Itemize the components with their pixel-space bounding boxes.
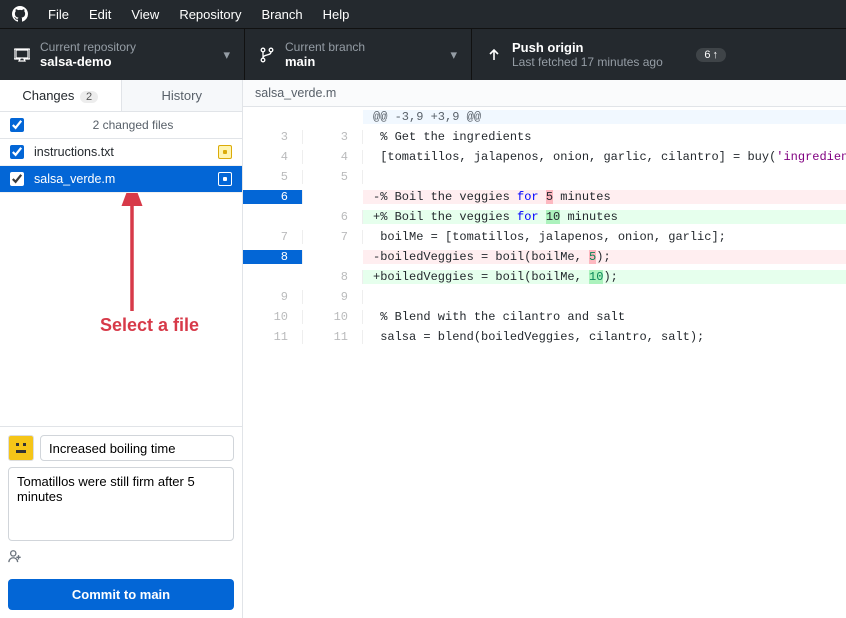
- current-branch-selector[interactable]: Current branch main ▾: [245, 29, 472, 80]
- old-line-number: 3: [243, 130, 303, 144]
- code-content: @@ -3,9 +3,9 @@: [363, 110, 846, 124]
- code-content: -boiledVeggies = boil(boilMe, 5);: [363, 250, 846, 264]
- computer-icon: [14, 47, 30, 63]
- avatar: [8, 435, 34, 461]
- new-line-number: 5: [303, 170, 363, 184]
- annotation-arrow-icon: [60, 193, 160, 323]
- modified-indicator-icon: [218, 145, 232, 159]
- new-line-number: 8: [303, 270, 363, 284]
- chevron-down-icon: ▾: [450, 47, 457, 63]
- code-content: % Blend with the cilantro and salt: [363, 310, 846, 324]
- github-logo-icon: [12, 6, 28, 22]
- diff-row[interactable]: 55: [243, 167, 846, 187]
- file-name: salsa_verde.m: [34, 172, 218, 186]
- diff-row[interactable]: 44 [tomatillos, jalapenos, onion, garlic…: [243, 147, 846, 167]
- file-item[interactable]: salsa_verde.m: [0, 166, 242, 193]
- code-content: -% Boil the veggies for 5 minutes: [363, 190, 846, 204]
- commit-form: Tomatillos were still firm after 5 minut…: [0, 426, 242, 618]
- new-line-number: 4: [303, 150, 363, 164]
- diff-row[interactable]: 77 boilMe = [tomatillos, jalapenos, onio…: [243, 227, 846, 247]
- diff-row[interactable]: 8+boiledVeggies = boil(boilMe, 10);: [243, 267, 846, 287]
- diff-filename: salsa_verde.m: [243, 80, 846, 107]
- menu-file[interactable]: File: [48, 7, 69, 22]
- code-content: +% Boil the veggies for 10 minutes: [363, 210, 846, 224]
- files-header: 2 changed files: [0, 112, 242, 139]
- diff-row[interactable]: 33 % Get the ingredients: [243, 127, 846, 147]
- annotation-text: Select a file: [100, 315, 199, 336]
- diff-row[interactable]: 99: [243, 287, 846, 307]
- diff-viewer: salsa_verde.m @@ -3,9 +3,9 @@33 % Get th…: [243, 80, 846, 618]
- modified-indicator-icon: [218, 172, 232, 186]
- old-line-number: 8: [243, 250, 303, 264]
- select-all-checkbox[interactable]: [10, 118, 24, 132]
- files-header-label: 2 changed files: [34, 118, 232, 132]
- code-content: % Get the ingredients: [363, 130, 846, 144]
- push-sub: Last fetched 17 minutes ago: [512, 55, 663, 69]
- new-line-number: 11: [303, 330, 363, 344]
- new-line-number: 3: [303, 130, 363, 144]
- old-line-number: 4: [243, 150, 303, 164]
- file-checkbox[interactable]: [10, 172, 24, 186]
- diff-row[interactable]: 8 -boiledVeggies = boil(boilMe, 5);: [243, 247, 846, 267]
- push-origin-button[interactable]: Push origin Last fetched 17 minutes ago …: [472, 29, 846, 80]
- sidebar-tabs: Changes 2 History: [0, 80, 242, 112]
- code-content: [363, 290, 846, 304]
- tab-history[interactable]: History: [122, 80, 243, 111]
- diff-row[interactable]: @@ -3,9 +3,9 @@: [243, 107, 846, 127]
- new-line-number: 10: [303, 310, 363, 324]
- annotation-overlay: Select a file: [0, 193, 242, 426]
- diff-row[interactable]: 1010 % Blend with the cilantro and salt: [243, 307, 846, 327]
- git-branch-icon: [259, 47, 275, 63]
- code-content: [tomatillos, jalapenos, onion, garlic, c…: [363, 150, 846, 164]
- branch-name: main: [285, 54, 365, 69]
- toolbar: Current repository salsa-demo ▾ Current …: [0, 28, 846, 80]
- file-checkbox[interactable]: [10, 145, 24, 159]
- code-content: boilMe = [tomatillos, jalapenos, onion, …: [363, 230, 846, 244]
- title-bar: File Edit View Repository Branch Help: [0, 0, 846, 28]
- old-line-number: 10: [243, 310, 303, 324]
- old-line-number: 9: [243, 290, 303, 304]
- add-coauthor-button[interactable]: [8, 544, 234, 569]
- menu-view[interactable]: View: [131, 7, 159, 22]
- changes-count-badge: 2: [80, 91, 98, 103]
- old-line-number: 7: [243, 230, 303, 244]
- tab-changes[interactable]: Changes 2: [0, 80, 122, 111]
- old-line-number: 6: [243, 190, 303, 204]
- file-item[interactable]: instructions.txt: [0, 139, 242, 166]
- current-repository-selector[interactable]: Current repository salsa-demo ▾: [0, 29, 245, 80]
- menu-help[interactable]: Help: [323, 7, 350, 22]
- branch-label: Current branch: [285, 40, 365, 54]
- repo-name: salsa-demo: [40, 54, 136, 69]
- menu-edit[interactable]: Edit: [89, 7, 111, 22]
- new-line-number: 9: [303, 290, 363, 304]
- diff-row[interactable]: 6 -% Boil the veggies for 5 minutes: [243, 187, 846, 207]
- new-line-number: 7: [303, 230, 363, 244]
- code-content: [363, 170, 846, 184]
- commit-button[interactable]: Commit to main: [8, 579, 234, 610]
- repo-label: Current repository: [40, 40, 136, 54]
- push-count-badge: 6↑: [696, 48, 726, 62]
- sidebar: Changes 2 History 2 changed files instru…: [0, 80, 243, 618]
- chevron-down-icon: ▾: [223, 47, 230, 63]
- old-line-number: 11: [243, 330, 303, 344]
- code-content: +boiledVeggies = boil(boilMe, 10);: [363, 270, 846, 284]
- code-content: salsa = blend(boiledVeggies, cilantro, s…: [363, 330, 846, 344]
- diff-row[interactable]: 1111 salsa = blend(boiledVeggies, cilant…: [243, 327, 846, 347]
- new-line-number: 6: [303, 210, 363, 224]
- file-list: instructions.txt salsa_verde.m: [0, 139, 242, 193]
- commit-summary-input[interactable]: [40, 435, 234, 461]
- push-arrow-icon: [486, 47, 502, 63]
- menu-repository[interactable]: Repository: [179, 7, 241, 22]
- diff-lines[interactable]: @@ -3,9 +3,9 @@33 % Get the ingredients4…: [243, 107, 846, 347]
- old-line-number: 5: [243, 170, 303, 184]
- menu-branch[interactable]: Branch: [261, 7, 302, 22]
- diff-row[interactable]: 6+% Boil the veggies for 10 minutes: [243, 207, 846, 227]
- commit-description-input[interactable]: Tomatillos were still firm after 5 minut…: [8, 467, 234, 541]
- push-label: Push origin: [512, 40, 663, 55]
- file-name: instructions.txt: [34, 145, 218, 159]
